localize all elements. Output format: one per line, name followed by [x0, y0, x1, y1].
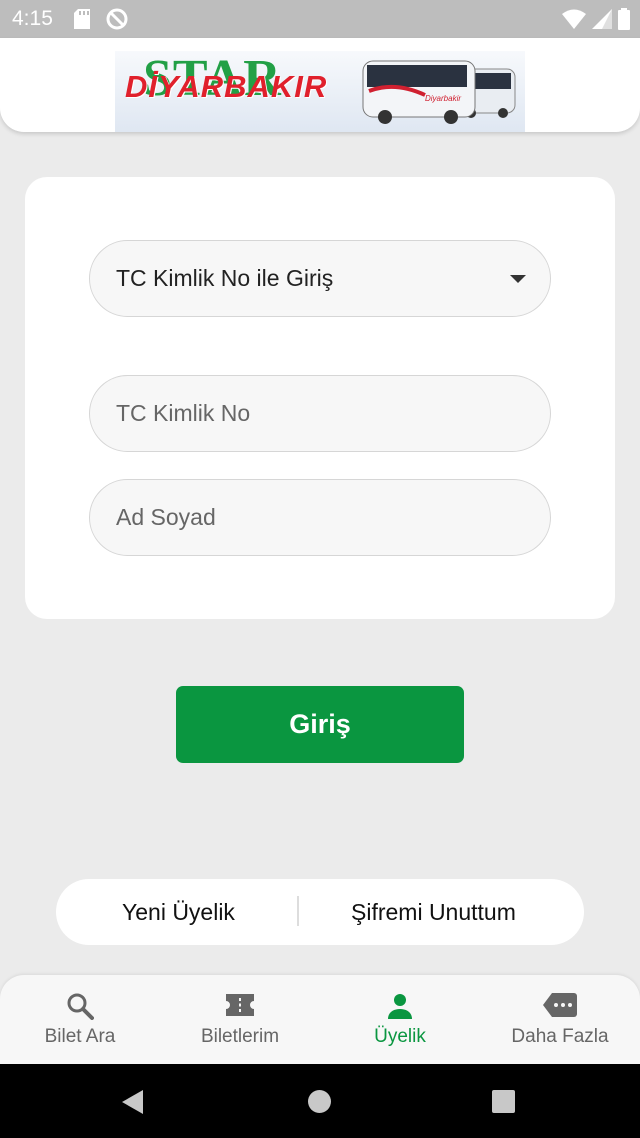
- links-divider: [297, 896, 299, 926]
- more-chat-icon: [542, 992, 578, 1024]
- home-icon[interactable]: [308, 1090, 331, 1113]
- login-button[interactable]: Giriş: [176, 686, 464, 763]
- logo-diyarbakir-text: DİYARBAKIR: [125, 69, 328, 104]
- account-links: Yeni Üyelik Şifremi Unuttum: [56, 879, 584, 945]
- login-type-select[interactable]: TC Kimlik No ile Giriş: [89, 240, 551, 317]
- name-surname-input[interactable]: Ad Soyad: [89, 479, 551, 556]
- recent-apps-icon[interactable]: [492, 1090, 515, 1113]
- back-icon[interactable]: [121, 1089, 145, 1120]
- nav-label-bilet-ara: Bilet Ara: [44, 1026, 116, 1047]
- bus-brand-text: Diyarbakir: [425, 94, 461, 103]
- forgot-password-link[interactable]: Şifremi Unuttum: [351, 899, 516, 926]
- nav-item-bilet-ara[interactable]: Bilet Ara: [0, 975, 160, 1064]
- nav-item-uyelik[interactable]: Üyelik: [320, 975, 480, 1064]
- search-icon: [66, 992, 94, 1026]
- sd-card-icon: [74, 9, 90, 34]
- system-navigation-bar: [0, 1064, 640, 1138]
- dropdown-caret-icon: [510, 275, 526, 283]
- tc-kimlik-input[interactable]: TC Kimlik No: [89, 375, 551, 452]
- name-surname-placeholder: Ad Soyad: [116, 504, 216, 530]
- bottom-navigation: Bilet Ara Biletlerim Üyelik Daha Fazla: [0, 975, 640, 1064]
- nav-item-biletlerim[interactable]: Biletlerim: [160, 975, 320, 1064]
- app-header: STAR DİYARBAKIR Diyarbakir: [0, 38, 640, 132]
- nav-label-daha-fazla: Daha Fazla: [511, 1026, 609, 1047]
- status-bar: 4:15: [0, 0, 640, 38]
- bus-illustration-icon: Diyarbakir: [362, 60, 516, 124]
- ticket-icon: [224, 992, 256, 1024]
- do-not-disturb-icon: [106, 8, 128, 35]
- login-form-card: TC Kimlik No ile Giriş TC Kimlik No Ad S…: [25, 177, 615, 619]
- wifi-icon: [562, 9, 586, 34]
- signal-icon: [592, 9, 612, 34]
- login-type-value: TC Kimlik No ile Giriş: [116, 265, 334, 291]
- status-time: 4:15: [12, 7, 53, 30]
- person-icon: [386, 992, 414, 1026]
- new-membership-link[interactable]: Yeni Üyelik: [122, 899, 235, 926]
- brand-logo: STAR DİYARBAKIR Diyarbakir: [115, 51, 525, 132]
- tc-kimlik-placeholder: TC Kimlik No: [116, 400, 251, 426]
- nav-label-uyelik: Üyelik: [374, 1026, 426, 1047]
- battery-icon: [618, 8, 630, 35]
- nav-label-biletlerim: Biletlerim: [200, 1026, 280, 1047]
- nav-item-daha-fazla[interactable]: Daha Fazla: [480, 975, 640, 1064]
